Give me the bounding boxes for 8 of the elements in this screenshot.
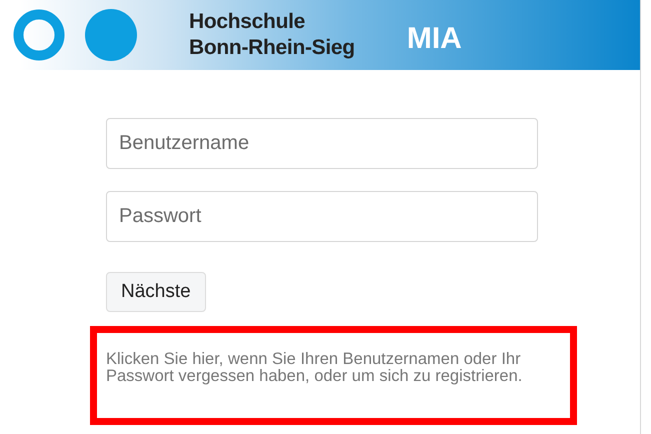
school-name: Bonn-Rhein-Sieg	[189, 35, 355, 61]
logo-icon	[13, 9, 137, 61]
input-field[interactable]: Benutzername	[106, 118, 538, 169]
next-button[interactable]: Nächste	[106, 272, 206, 312]
help-link[interactable]: Klicken Sie hier, wenn Sie Ihren Benutzernamen oder Ihr Passwort vergessen haben, oder um sich zu registrieren.	[106, 351, 556, 385]
app-title: MIA	[406, 20, 462, 56]
input-field[interactable]: Passwort	[106, 191, 538, 242]
school-name: Hochschule	[189, 9, 306, 35]
